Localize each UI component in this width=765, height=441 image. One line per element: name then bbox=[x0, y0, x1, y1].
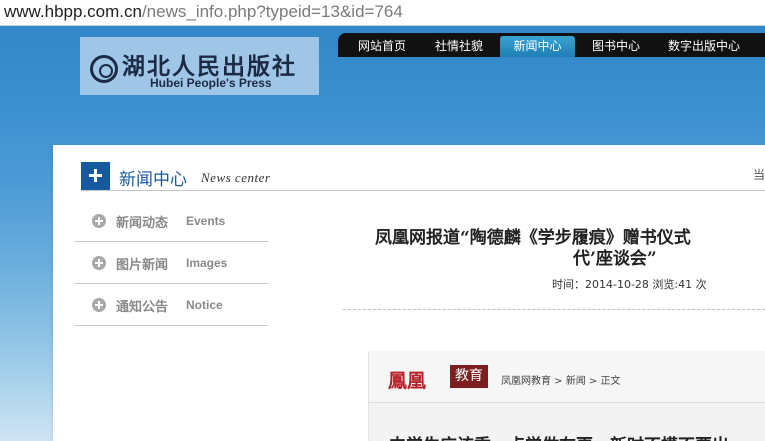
sidebar-item-events[interactable]: 新闻动态 Events bbox=[74, 200, 268, 242]
plus-circle-icon bbox=[92, 256, 106, 270]
section-subtitle: News center bbox=[201, 170, 271, 185]
sidebar-item-label-en: Events bbox=[186, 214, 226, 228]
plus-circle-icon bbox=[92, 214, 106, 228]
site-logo[interactable]: 湖北人民出版社 Hubei People's Press bbox=[80, 37, 319, 95]
nav-digital[interactable]: 数字出版中心 bbox=[658, 36, 750, 57]
embed-header: 鳳凰 教育 凤凰网教育 > 新闻 > 正文 bbox=[369, 351, 765, 403]
breadcrumb: 当 bbox=[752, 168, 765, 182]
nav-books[interactable]: 图书中心 bbox=[579, 36, 653, 57]
sidebar-item-label-en: Images bbox=[186, 256, 228, 270]
sidebar-item-images[interactable]: 图片新闻 Images bbox=[74, 242, 268, 284]
press-emblem-icon bbox=[90, 55, 118, 83]
nav-news[interactable]: 新闻中心 bbox=[500, 36, 575, 57]
nav-about[interactable]: 社情社貌 bbox=[422, 36, 496, 57]
embed-headline: 中学生应该乘一点学做在更，新时不模不要出 bbox=[389, 431, 729, 441]
nav-home[interactable]: 网站首页 bbox=[344, 36, 420, 57]
channel-tag: 教育 bbox=[450, 365, 488, 388]
embedded-screenshot: 鳳凰 教育 凤凰网教育 > 新闻 > 正文 中学生应该乘一点学做在更，新时不模不… bbox=[368, 351, 765, 441]
plus-icon bbox=[81, 162, 110, 190]
divider bbox=[343, 309, 765, 310]
sidebar-item-label: 图片新闻 bbox=[116, 258, 169, 273]
sidebar-item-notice[interactable]: 通知公告 Notice bbox=[74, 284, 268, 326]
article-title: 凤凰网报道“陶德麟《学步履痕》赠书仪式 bbox=[375, 228, 691, 248]
article-title-continued: 代’座谈会” bbox=[573, 249, 657, 269]
section-title: 新闻中心 bbox=[119, 170, 187, 190]
url-host: www.hbpp.com.cn bbox=[4, 2, 142, 21]
article-meta: 时间：2014-10-28 浏览:41 次 bbox=[552, 278, 707, 291]
url-path: /news_info.php?typeid=13&id=764 bbox=[141, 2, 403, 21]
site-header: 湖北人民出版社 Hubei People's Press 网站首页 社情社貌 新… bbox=[0, 27, 765, 145]
address-bar[interactable]: www.hbpp.com.cn/news_info.php?typeid=13&… bbox=[0, 0, 765, 26]
plus-circle-icon bbox=[92, 298, 106, 312]
sidebar-item-label: 新闻动态 bbox=[116, 216, 169, 231]
sidebar-item-label: 通知公告 bbox=[116, 300, 169, 315]
content-panel: 新闻中心 News center 当 新闻动态 Events 图片新闻 Imag… bbox=[53, 145, 765, 441]
url-text[interactable]: www.hbpp.com.cn/news_info.php?typeid=13&… bbox=[4, 2, 403, 22]
sidebar-item-label-en: Notice bbox=[186, 298, 223, 312]
main-nav: 网站首页 社情社貌 新闻中心 图书中心 数字出版中心 bbox=[338, 33, 765, 57]
embed-breadcrumb: 凤凰网教育 > 新闻 > 正文 bbox=[501, 376, 621, 387]
ifeng-logo: 鳳凰 bbox=[388, 370, 427, 392]
logo-english-name: Hubei People's Press bbox=[150, 76, 272, 90]
section-header: 新闻中心 News center 当 bbox=[81, 161, 765, 191]
